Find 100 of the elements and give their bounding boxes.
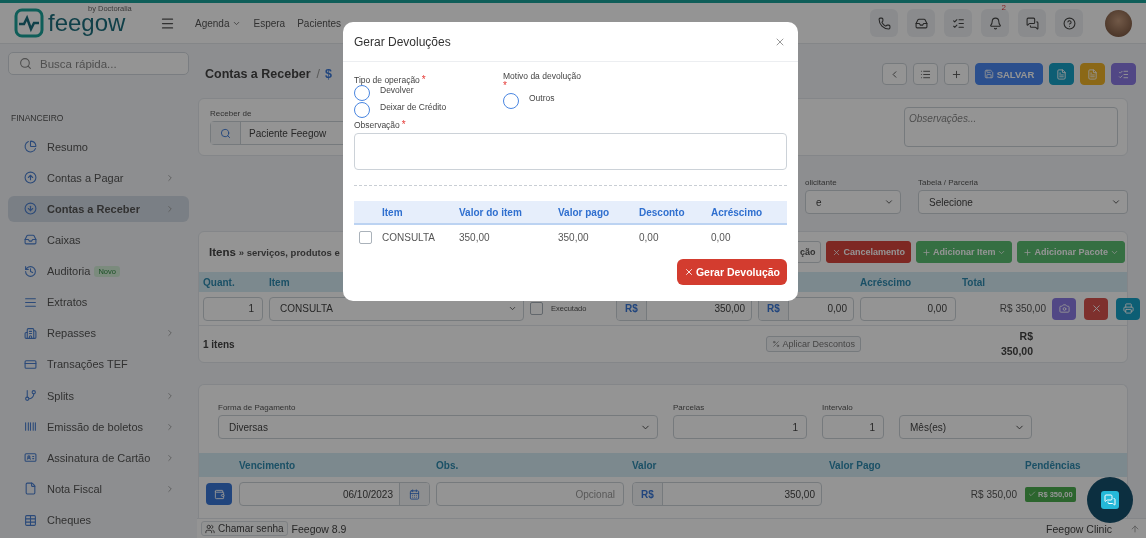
field-label: Motivo da devolução — [503, 71, 582, 81]
notification-count: 2 — [1001, 3, 1006, 12]
save-button[interactable]: SALVAR — [975, 63, 1043, 85]
radio-button[interactable] — [354, 102, 370, 118]
nav-link[interactable]: Agenda — [195, 17, 242, 29]
nav-link[interactable]: Pacientes — [297, 17, 342, 29]
sidebar-item[interactable]: Resumo — [8, 133, 189, 160]
chat-icon — [1101, 491, 1119, 509]
avatar[interactable] — [1105, 9, 1132, 37]
wallet-icon — [213, 488, 225, 500]
section-title: FINANCEIRO — [11, 113, 65, 124]
chevron-icon — [165, 421, 175, 432]
logo-text: feegow — [48, 11, 126, 35]
due-date-field[interactable]: 06/10/2023 — [239, 482, 430, 506]
payment-method-select[interactable]: Diversas — [218, 415, 658, 439]
id-card-icon — [24, 451, 37, 465]
table-cell-text: 0,00 — [711, 231, 732, 243]
inbox-button[interactable] — [907, 9, 935, 37]
inbox-icon — [914, 16, 928, 30]
note-field[interactable] — [354, 133, 787, 170]
radio-label: Deixar de Crédito — [380, 102, 447, 112]
history-icon — [24, 264, 37, 278]
menu-icon[interactable] — [160, 15, 175, 31]
field-label: Receber de — [210, 109, 252, 118]
print-button[interactable] — [1116, 297, 1140, 320]
plus-icon — [951, 68, 962, 80]
sidebar-item[interactable]: Extratos — [8, 289, 189, 316]
barcode-icon — [24, 420, 37, 434]
table-icon — [24, 513, 37, 527]
radio-button[interactable] — [354, 85, 370, 101]
quantity-field[interactable]: 1 — [203, 296, 263, 321]
table-cell-text: CONSULTA — [382, 231, 436, 243]
call-button[interactable]: Chamar senha — [201, 521, 288, 536]
field-label: Tipo de operação * — [354, 74, 427, 85]
sidebar-item[interactable]: Assinatura de Cartão — [8, 444, 189, 472]
field-label: Observação * — [354, 119, 407, 130]
plus-icon — [921, 247, 931, 257]
chat-button[interactable] — [1018, 9, 1046, 37]
interval-field[interactable]: 1 — [822, 415, 884, 439]
field-label: olicitante — [805, 178, 837, 187]
save-icon — [983, 69, 994, 79]
bell-icon — [988, 16, 1002, 30]
sidebar-item[interactable]: Nota Fiscal — [8, 475, 189, 503]
sidebar-item[interactable]: Transações TEF — [8, 351, 189, 378]
installments-field[interactable]: 1 — [673, 415, 807, 439]
document-icon — [1056, 68, 1067, 80]
version-text: Feegow 8.9 — [291, 522, 347, 535]
inbox-icon — [24, 233, 37, 247]
item-count: 1 itens — [203, 338, 235, 350]
checkbox[interactable] — [530, 302, 543, 315]
sidebar-item[interactable]: Cheques — [8, 506, 189, 534]
generate-return-button[interactable]: Gerar Devolução — [676, 259, 787, 285]
sidebar-item[interactable]: Contas a Pagar — [8, 164, 189, 191]
grand-total: R$ 350,00 — [999, 329, 1033, 359]
section-title: Itens — [209, 246, 236, 258]
dialog-title: Gerar Devoluções — [354, 34, 451, 49]
obs-field[interactable]: Opcional — [436, 482, 624, 506]
nav-link[interactable]: Espera — [253, 17, 286, 29]
document-button[interactable] — [1049, 63, 1074, 85]
notes-field[interactable]: Observações... — [904, 107, 1118, 147]
chevron-icon — [165, 390, 175, 401]
apply-discounts-button[interactable]: Aplicar Descontos — [766, 336, 861, 352]
table-cell-text: 350,00 — [459, 231, 491, 243]
add-button[interactable] — [944, 63, 969, 85]
wallet-button[interactable] — [206, 483, 232, 505]
table-cell-text: 0,00 — [639, 231, 660, 243]
sidebar-item[interactable]: Repasses — [8, 320, 189, 347]
extra-field[interactable]: 0,00 — [860, 296, 956, 321]
select-field[interactable]: Selecione — [918, 190, 1128, 214]
field-label: Parcelas — [673, 403, 705, 412]
sidebar-item[interactable]: Splits — [8, 382, 189, 409]
sidebar-item[interactable]: Caixas — [8, 226, 189, 254]
help-button[interactable] — [1055, 9, 1083, 37]
table-header: Item Valor do item Valor pago Desconto Acréscimo — [354, 201, 787, 225]
select-field[interactable]: e — [805, 190, 901, 214]
phone-button[interactable] — [870, 9, 898, 37]
paid-value: R$ 350,00 — [969, 488, 1018, 500]
checklist-icon — [1118, 68, 1129, 80]
interval-unit-select[interactable]: Mês(es) — [899, 415, 1032, 439]
users-icon — [205, 523, 215, 534]
chevron-icon — [165, 203, 175, 214]
checkbox[interactable] — [359, 230, 372, 244]
phone-icon — [877, 16, 891, 30]
action-button[interactable]: Cancelamento — [826, 241, 911, 263]
list-button[interactable] — [913, 63, 938, 85]
table-cell-text: 350,00 — [558, 231, 590, 243]
radio-button[interactable] — [503, 93, 519, 109]
logo-icon — [14, 8, 44, 38]
value-field[interactable]: R$ 350,00 — [632, 482, 822, 506]
document-icon — [1087, 68, 1098, 80]
checklist-button[interactable] — [1111, 63, 1136, 85]
camera-button[interactable] — [1052, 297, 1076, 320]
checklist-icon — [951, 16, 965, 30]
remove-button[interactable] — [1084, 297, 1108, 320]
sidebar-item[interactable]: Contas a Receber — [8, 195, 189, 223]
product-name: Feegow Clinic — [1046, 522, 1112, 535]
search-field[interactable]: Busca rápida... — [8, 52, 189, 76]
sidebar-item[interactable]: Emissão de boletos — [8, 413, 189, 440]
checklist-button[interactable] — [944, 9, 972, 37]
search-icon — [220, 127, 231, 139]
